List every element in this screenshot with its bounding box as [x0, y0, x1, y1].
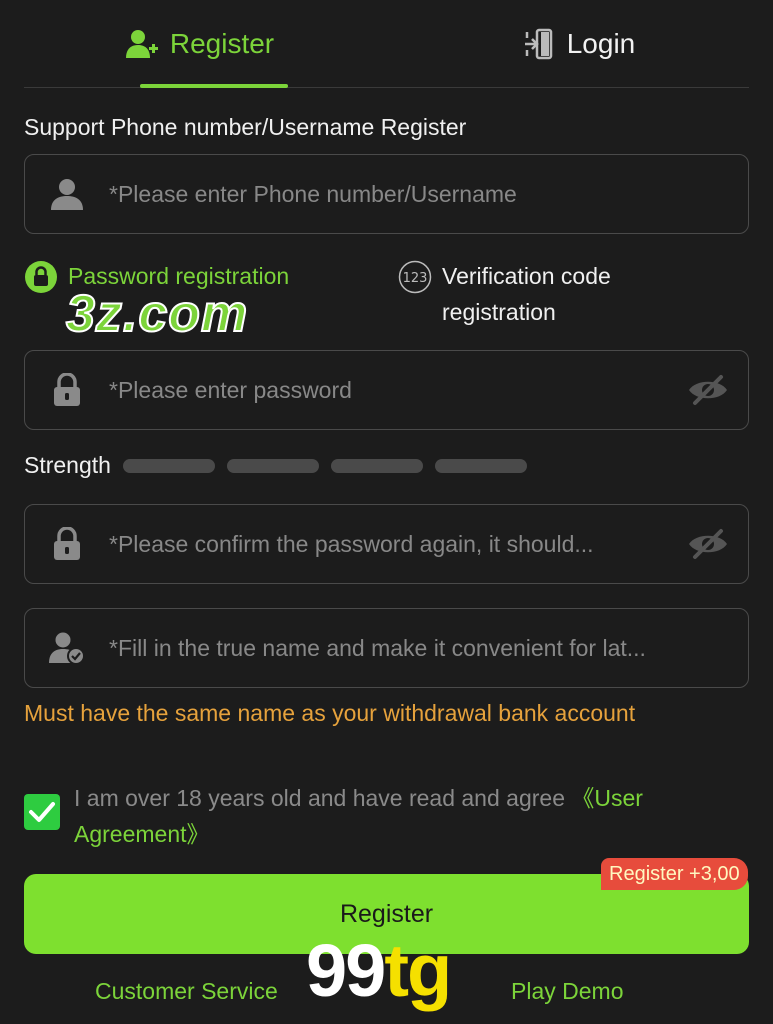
user-plus-icon: [125, 29, 158, 59]
agreement-checkbox[interactable]: [24, 794, 60, 830]
register-bonus-badge: Register +3,00: [601, 858, 748, 890]
password-strength: Strength: [24, 452, 539, 479]
checkmark-icon: [29, 802, 55, 822]
lock-icon: [25, 527, 109, 561]
login-door-icon: [523, 28, 555, 60]
tab-login[interactable]: Login: [504, 0, 654, 88]
strength-label: Strength: [24, 452, 111, 478]
customer-service-link[interactable]: Customer Service: [95, 978, 278, 1005]
agreement-text-block: I am over 18 years old and have read and…: [74, 780, 744, 852]
user-check-icon: [25, 631, 109, 665]
verification-code-option[interactable]: 123 Verification code registration: [398, 258, 718, 330]
confirm-password-field: [24, 504, 749, 584]
agreement-text: I am over 18 years old and have read and…: [74, 785, 572, 811]
real-name-input[interactable]: [109, 634, 748, 662]
user-icon: [25, 177, 109, 211]
eye-off-icon[interactable]: [668, 528, 748, 560]
strength-bar-1: [122, 458, 215, 473]
password-input[interactable]: [109, 376, 668, 404]
real-name-field: [24, 608, 749, 688]
tab-register-label: Register: [169, 28, 275, 59]
strength-bar-3: [330, 458, 423, 473]
password-field: [24, 350, 749, 430]
watermark: 3z.com: [65, 284, 249, 344]
lock-icon: [25, 373, 109, 407]
active-tab-indicator: [140, 84, 288, 88]
name-warning-note: Must have the same name as your withdraw…: [24, 700, 636, 726]
strength-bar-4: [434, 458, 527, 473]
brand-part1: 99: [306, 929, 386, 1012]
section-label: Support Phone number/Username Register: [24, 114, 467, 140]
username-field: [24, 154, 749, 234]
strength-bar-2: [226, 458, 319, 473]
tab-login-label: Login: [566, 28, 636, 59]
agreement-row: I am over 18 years old and have read and…: [24, 780, 744, 852]
username-input[interactable]: [109, 180, 748, 208]
numeric-123-icon: 123: [398, 260, 432, 294]
confirm-password-input[interactable]: [109, 530, 668, 558]
play-demo-link[interactable]: Play Demo: [511, 978, 623, 1005]
brand-part2: tg: [384, 929, 452, 1012]
verification-code-label: Verification code registration: [442, 263, 611, 325]
eye-off-icon[interactable]: [668, 374, 748, 406]
auth-tabs: Register Login: [24, 0, 749, 88]
tab-register[interactable]: Register: [112, 0, 288, 88]
lock-badge-icon: [24, 260, 58, 294]
numeric-123-text: 123: [403, 271, 428, 286]
brand-watermark: 99tg: [306, 928, 452, 1013]
register-screen: Register Login Support Phone number/User…: [0, 0, 773, 1024]
